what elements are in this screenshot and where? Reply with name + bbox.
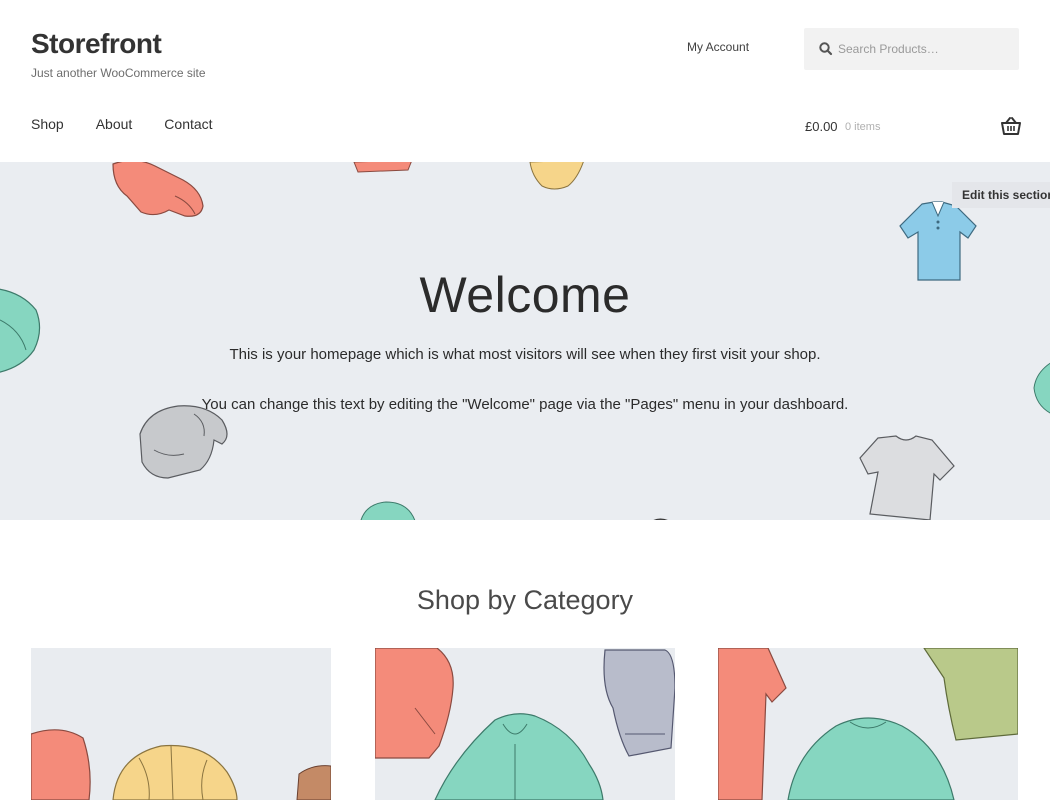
hero-title: Welcome (419, 267, 631, 323)
cap-illustration-yellow (529, 162, 584, 190)
nav-item-contact[interactable]: Contact (164, 116, 212, 132)
shirt-illustration-coral (353, 162, 412, 173)
hoodie-illustration-coral (112, 162, 204, 217)
hero-section: Edit this section Welcome This is your h… (0, 162, 1050, 520)
nav-item-about[interactable]: About (96, 116, 133, 132)
category-image-tshirts (718, 648, 1018, 800)
category-card-hoodies[interactable] (375, 648, 675, 800)
cart-count[interactable]: 0 items (845, 121, 880, 133)
basket-icon[interactable] (1001, 116, 1021, 136)
search-input[interactable] (838, 28, 1013, 70)
hero-instruction: You can change this text by editing the … (201, 396, 849, 413)
site-tagline: Just another WooCommerce site (31, 66, 206, 80)
category-image-caps (31, 729, 331, 800)
hoodie-illustration-mint-bottom (360, 501, 416, 520)
primary-nav: Shop About Contact (31, 116, 245, 132)
search-box[interactable] (804, 28, 1019, 70)
search-icon (819, 42, 833, 56)
site-title[interactable]: Storefront (31, 28, 162, 60)
hero-description: This is your homepage which is what most… (229, 346, 821, 363)
category-card-tshirts[interactable] (718, 648, 1018, 800)
my-account-link[interactable]: My Account (687, 40, 749, 54)
item-illustration-dark (653, 518, 668, 520)
cart-amount[interactable]: £0.00 (805, 119, 838, 134)
edit-section-button[interactable]: Edit this section (952, 182, 1050, 208)
category-image-hoodies (375, 648, 675, 800)
category-card-accessories[interactable] (31, 648, 331, 800)
shop-by-category-heading: Shop by Category (416, 585, 634, 615)
nav-item-shop[interactable]: Shop (31, 116, 64, 132)
site-header: Storefront Just another WooCommerce site… (0, 0, 1050, 162)
tshirt-illustration-grey (859, 435, 955, 520)
